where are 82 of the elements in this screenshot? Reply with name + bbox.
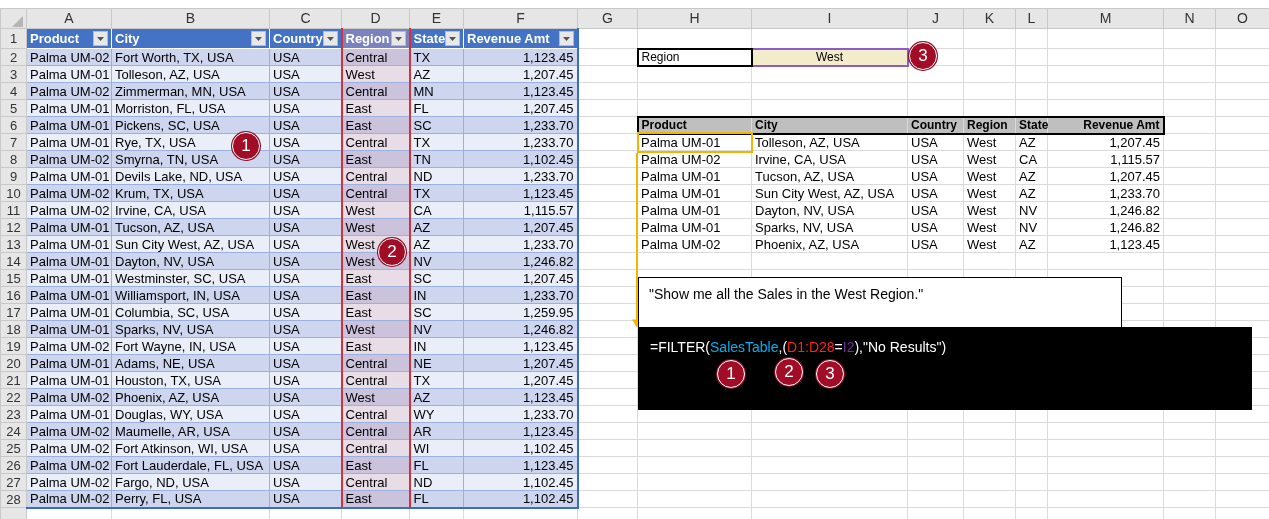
column-header: City bbox=[115, 31, 140, 46]
table-cell: 1,123.45 bbox=[1047, 235, 1164, 253]
table-cell: West bbox=[963, 167, 1016, 185]
table-cell: West bbox=[963, 218, 1016, 236]
column-header: Country bbox=[273, 31, 323, 46]
table-cell: Tolleson, AZ, USA bbox=[751, 133, 908, 151]
table-cell: 1,207.45 bbox=[1047, 133, 1164, 151]
callout-badge: 1 bbox=[717, 360, 745, 388]
column-letter[interactable]: A bbox=[26, 8, 112, 29]
column-letter[interactable]: B bbox=[111, 8, 270, 29]
table-cell: AZ bbox=[1015, 167, 1048, 185]
column-letter[interactable]: D bbox=[341, 8, 410, 29]
table-cell: Sun City West, AZ, USA bbox=[751, 184, 908, 202]
table-cell: West bbox=[963, 184, 1016, 202]
column-letter[interactable]: K bbox=[963, 8, 1016, 29]
filter-dropdown-button[interactable] bbox=[390, 31, 406, 46]
table-cell: 1,246.82 bbox=[1047, 218, 1164, 236]
table-cell: USA bbox=[907, 150, 964, 168]
table-cell: Phoenix, AZ, USA bbox=[751, 235, 908, 253]
table-cell: Irvine, CA, USA bbox=[751, 150, 908, 168]
column-letter[interactable]: I bbox=[751, 8, 908, 29]
column-letter[interactable]: O bbox=[1215, 8, 1269, 29]
column-letter[interactable]: H bbox=[637, 8, 752, 29]
column-header: City bbox=[751, 116, 908, 134]
table-cell: USA bbox=[907, 235, 964, 253]
table-cell: 1,233.70 bbox=[1047, 184, 1164, 202]
table-cell: West bbox=[963, 133, 1016, 151]
column-header: Region bbox=[345, 31, 390, 46]
table-cell: USA bbox=[907, 201, 964, 219]
table-cell: 1,115.57 bbox=[1047, 150, 1164, 168]
caret-icon bbox=[326, 36, 334, 41]
caret-icon bbox=[394, 36, 402, 41]
column-letter[interactable]: M bbox=[1047, 8, 1164, 29]
table-cell: Dayton, NV, USA bbox=[751, 201, 908, 219]
column-header: Revenue Amt bbox=[1047, 116, 1164, 134]
filter-dropdown-button[interactable] bbox=[322, 31, 338, 46]
column-header: Region bbox=[963, 116, 1016, 134]
table-cell: USA bbox=[907, 133, 964, 151]
table-cell: AZ bbox=[1015, 133, 1048, 151]
column-letter[interactable]: C bbox=[269, 8, 342, 29]
note-text-box: "Show me all the Sales in the West Region." bbox=[638, 277, 1122, 328]
table-cell: West bbox=[963, 201, 1016, 219]
filter-dropdown-button[interactable] bbox=[251, 31, 266, 46]
column-letter[interactable]: G bbox=[577, 8, 638, 29]
table-cell: Sparks, NV, USA bbox=[751, 218, 908, 236]
table-cell: NV bbox=[1015, 218, 1048, 236]
column-header: State bbox=[413, 31, 446, 46]
column-letter[interactable]: J bbox=[907, 8, 964, 29]
table-cell: AZ bbox=[1015, 184, 1048, 202]
callout-badge: 3 bbox=[816, 360, 844, 388]
criteria-label: Region bbox=[637, 48, 752, 66]
callout-badge: 2 bbox=[775, 358, 803, 386]
table-cell: CA bbox=[1015, 150, 1048, 168]
filter-dropdown-button[interactable] bbox=[558, 31, 574, 46]
column-letter[interactable]: L bbox=[1015, 8, 1048, 29]
table-cell: 1,246.82 bbox=[1047, 201, 1164, 219]
column-header: Country bbox=[907, 116, 964, 134]
table-cell: Tucson, AZ, USA bbox=[751, 167, 908, 185]
row-number[interactable]: 1 bbox=[0, 28, 27, 49]
column-header: Product bbox=[30, 31, 80, 46]
formula-text: =FILTER(SalesTable,(D1:D28=I2),"No Results") bbox=[650, 338, 947, 357]
column-letter[interactable]: N bbox=[1163, 8, 1216, 29]
table-cell: USA bbox=[907, 218, 964, 236]
table-cell: USA bbox=[907, 167, 964, 185]
table-cell: NV bbox=[1015, 201, 1048, 219]
table-cell: USA bbox=[907, 184, 964, 202]
column-header: State bbox=[1015, 116, 1048, 134]
criteria-value-cell[interactable]: West bbox=[751, 48, 908, 66]
table-cell: West bbox=[963, 235, 1016, 253]
column-letter[interactable]: E bbox=[409, 8, 464, 29]
table-cell: AZ bbox=[1015, 235, 1048, 253]
table-cell: 1,207.45 bbox=[1047, 167, 1164, 185]
caret-icon bbox=[449, 36, 457, 41]
column-header: Revenue Amt bbox=[467, 31, 550, 46]
caret-icon bbox=[562, 36, 570, 41]
column-letter[interactable]: F bbox=[463, 8, 578, 29]
caret-icon bbox=[97, 36, 104, 41]
caret-icon bbox=[255, 36, 262, 41]
table-cell: West bbox=[963, 150, 1016, 168]
filter-dropdown-button[interactable] bbox=[93, 31, 108, 46]
filter-dropdown-button[interactable] bbox=[445, 31, 460, 46]
callout-badge: 3 bbox=[909, 42, 937, 70]
